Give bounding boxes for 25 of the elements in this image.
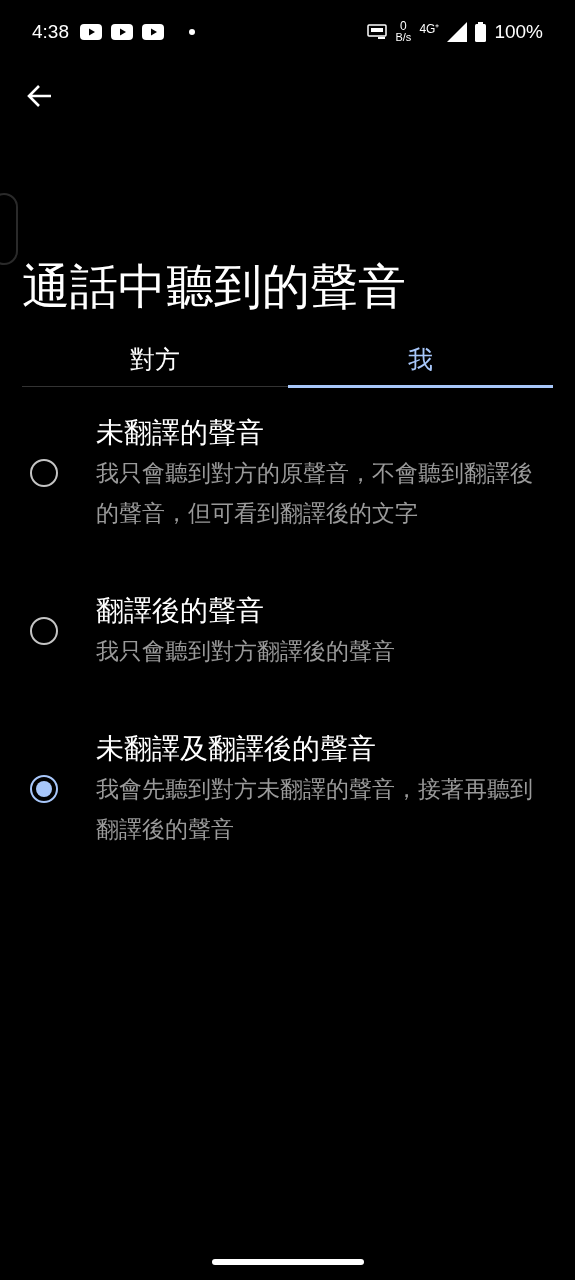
tab[interactable]: 對方 — [22, 344, 288, 388]
network-type: 4G⁺ — [419, 23, 440, 35]
net-speed-value: 0 — [400, 21, 407, 32]
option-title[interactable]: 未翻譯的聲音 — [96, 413, 545, 453]
video-app-icon — [80, 24, 102, 40]
net-speed-unit: B/s — [395, 32, 412, 43]
status-time: 4:38 — [32, 19, 69, 44]
video-app-icon — [111, 24, 133, 40]
option-description: 我會先聽到對方未翻譯的聲音，接著再聽到翻譯後的聲音 — [96, 775, 534, 844]
radio-button[interactable] — [30, 617, 58, 645]
radio-button[interactable] — [30, 775, 58, 803]
signal-icon — [447, 22, 468, 42]
option-description: 我只會聽到對方的原聲音，不會聽到翻譯後的聲音，但可看到翻譯後的文字 — [96, 459, 534, 528]
notification-dot-icon — [189, 29, 195, 35]
back-icon — [27, 84, 53, 108]
battery-icon — [475, 22, 487, 42]
battery-level: 100% — [494, 19, 543, 44]
option-description: 我只會聽到對方翻譯後的聲音 — [96, 637, 395, 666]
option-title[interactable]: 翻譯後的聲音 — [96, 591, 395, 631]
tab[interactable]: 我 — [287, 344, 553, 388]
page-title: 通話中聽到的聲音 — [22, 259, 407, 315]
refresh-rate-icon — [367, 24, 388, 40]
option-title[interactable]: 未翻譯及翻譯後的聲音 — [96, 729, 545, 769]
radio-button[interactable] — [30, 459, 58, 487]
video-app-icon — [142, 24, 164, 40]
